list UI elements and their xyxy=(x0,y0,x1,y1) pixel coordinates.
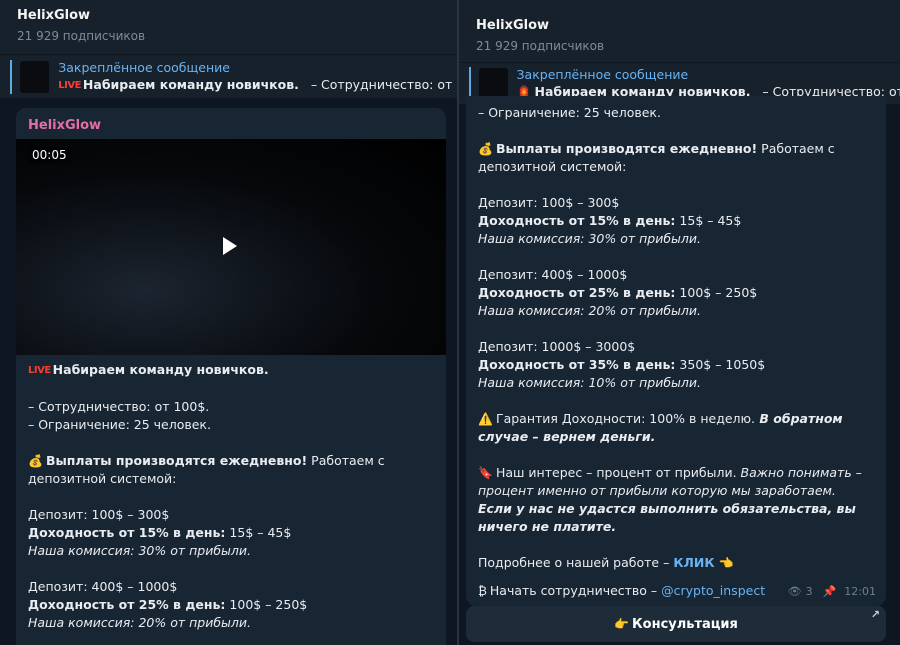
text-line: Если у нас не удастся выполнить обязател… xyxy=(478,501,856,534)
text-line: 15$ – 45$ xyxy=(675,213,742,228)
pin-thumbnail xyxy=(478,67,508,100)
text-line: Начать сотрудничество – xyxy=(489,583,662,598)
message-text: – Ограничение: 25 человек. 💰 Выплаты прои… xyxy=(466,96,886,606)
subscriber-count: 21 929 подписчиков xyxy=(476,39,605,53)
pinned-label: Закреплённое сообщение xyxy=(58,60,230,75)
pinned-message-bar[interactable]: Закреплённое сообщение LIVE Набираем кома… xyxy=(0,54,457,98)
text-line: Депозит: 100$ – 300$ xyxy=(28,507,170,522)
text-line: Депозит: 400$ – 1000$ xyxy=(478,267,628,282)
video-player[interactable]: 00:05 xyxy=(16,139,446,355)
text-line: Депозит: 400$ – 1000$ xyxy=(28,579,178,594)
text-line: Выплаты производятся ежедневно! xyxy=(45,453,308,468)
consultation-label: Консультация xyxy=(632,616,738,632)
pinned-label: Закреплённое сообщение xyxy=(516,67,689,82)
text-line: Депозит: 1000$ – 3000$ xyxy=(478,339,636,354)
channel-title: HelixGlow xyxy=(17,8,91,23)
channel-title: HelixGlow xyxy=(476,18,550,33)
live-icon: LIVE xyxy=(58,80,81,91)
text-line: 100$ – 250$ xyxy=(225,597,308,612)
pin-icon: 📌 xyxy=(822,585,837,598)
text-line: 100$ – 250$ xyxy=(675,285,758,300)
message-bubble: – Ограничение: 25 человек. 💰 Выплаты прои… xyxy=(466,96,886,606)
text-line: Доходность от 25% в день: xyxy=(28,597,226,612)
text-line: Наш интерес – процент от прибыли. xyxy=(495,465,737,480)
pinned-preview-bold: Набираем команду новичков. xyxy=(82,77,299,92)
video-duration: 00:05 xyxy=(28,147,71,163)
message-meta: 👁 3 📌 12:01 xyxy=(788,585,876,598)
consultation-button[interactable]: 👉 Консультация ↗ xyxy=(466,606,886,642)
text-line: Доходность от 35% в день: xyxy=(478,357,676,372)
pin-thumbnail xyxy=(19,60,50,93)
pinned-preview-rest: – Сотрудничество: от 100$. xyxy=(310,77,457,92)
bitcoin-icon: ₿ xyxy=(478,584,487,598)
chat-header[interactable]: HelixGlow 21 929 подписчиков xyxy=(0,0,457,54)
text-line: Наша комиссия: 30% от прибыли. xyxy=(28,543,252,558)
chat-header[interactable]: HelixGlow 21 929 подписчиков xyxy=(459,0,900,62)
play-icon[interactable] xyxy=(223,237,237,255)
klik-link[interactable]: КЛИК xyxy=(673,555,714,570)
text-line: 350$ – 1050$ xyxy=(675,357,766,372)
text-line: – Ограничение: 25 человек. xyxy=(478,105,661,120)
external-link-icon: ↗ xyxy=(870,608,880,621)
text-line: Депозит: 100$ – 300$ xyxy=(478,195,620,210)
bookmark-icon: 🔖 xyxy=(478,466,493,480)
text-line: Доходность от 15% в день: xyxy=(478,213,676,228)
point-right-icon: 👉 xyxy=(614,617,630,631)
text-line: Наша комиссия: 20% от прибыли. xyxy=(478,303,702,318)
money-bag-icon: 💰 xyxy=(28,454,43,468)
text-line: Доходность от 15% в день: xyxy=(28,525,226,540)
point-left-icon: 👈 xyxy=(718,556,734,570)
text-line: Подробнее о нашей работе – xyxy=(478,555,674,570)
right-chat-panel: HelixGlow 21 929 подписчиков Закреплённо… xyxy=(457,0,900,645)
text-line: Наша комиссия: 10% от прибыли. xyxy=(478,375,702,390)
text-line: Набираем команду новичков. xyxy=(52,362,269,377)
message-text: LIVE Набираем команду новичков. – Сотрудн… xyxy=(16,355,446,638)
text-line: – Ограничение: 25 человек. xyxy=(28,417,211,432)
text-line: 15$ – 45$ xyxy=(225,525,292,540)
message-bubble: HelixGlow 00:05 LIVE Набираем команду нов… xyxy=(16,108,446,645)
eye-icon: 👁 xyxy=(787,585,802,598)
text-line: – Сотрудничество: от 100$. xyxy=(28,399,210,414)
warning-icon: ⚠️ xyxy=(478,412,493,426)
money-bag-icon: 💰 xyxy=(478,142,493,156)
text-line: Доходность от 25% в день: xyxy=(478,285,676,300)
message-time: 12:01 xyxy=(844,585,876,598)
text-line: Наша комиссия: 30% от прибыли. xyxy=(478,231,702,246)
text-line: Гарантия Доходности: 100% в неделю. xyxy=(495,411,756,426)
left-chat-panel: HelixGlow 21 929 подписчиков Закреплённо… xyxy=(0,0,457,645)
pin-accent-bar xyxy=(10,59,12,94)
text-line: Наша комиссия: 20% от прибыли. xyxy=(28,615,252,630)
text-line: Выплаты производятся ежедневно! xyxy=(495,141,758,156)
live-icon: LIVE xyxy=(28,365,51,376)
message-author[interactable]: HelixGlow xyxy=(16,108,446,139)
subscriber-count: 21 929 подписчиков xyxy=(17,29,146,43)
crypto-inspect-link[interactable]: @crypto_inspect xyxy=(661,583,765,598)
view-count: 3 xyxy=(805,585,813,598)
